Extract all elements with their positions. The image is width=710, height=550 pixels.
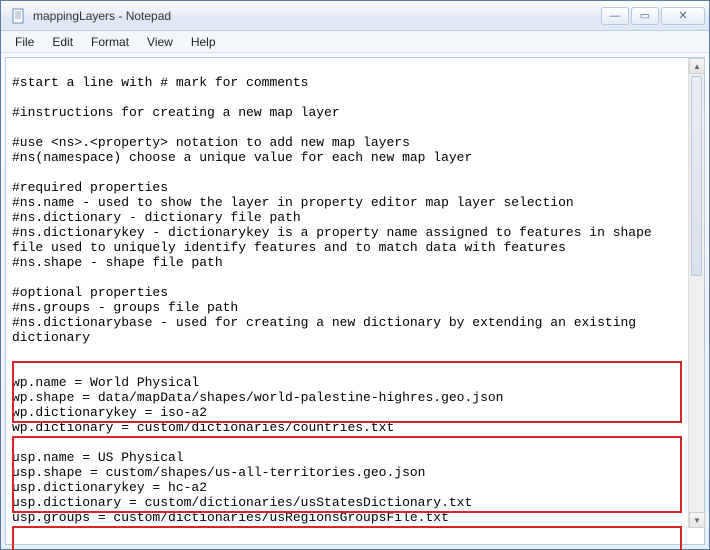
- close-button[interactable]: ✕: [661, 7, 705, 25]
- maximize-button[interactable]: ▭: [631, 7, 659, 25]
- menu-view[interactable]: View: [139, 33, 181, 51]
- vertical-scrollbar[interactable]: ▲ ▼: [688, 58, 704, 528]
- scrollbar-thumb[interactable]: [691, 76, 702, 276]
- menu-file[interactable]: File: [7, 33, 42, 51]
- scroll-up-icon[interactable]: ▲: [689, 58, 705, 74]
- menubar: File Edit Format View Help: [1, 31, 709, 53]
- window-title: mappingLayers - Notepad: [33, 9, 601, 23]
- minimize-button[interactable]: —: [601, 7, 629, 25]
- menu-format[interactable]: Format: [83, 33, 137, 51]
- client-area: #start a line with # mark for comments #…: [5, 57, 705, 545]
- menu-edit[interactable]: Edit: [44, 33, 81, 51]
- text-editor[interactable]: #start a line with # mark for comments #…: [6, 71, 704, 531]
- menu-help[interactable]: Help: [183, 33, 224, 51]
- titlebar: mappingLayers - Notepad — ▭ ✕: [1, 1, 709, 31]
- window-controls: — ▭ ✕: [601, 7, 705, 25]
- notepad-window: mappingLayers - Notepad — ▭ ✕ File Edit …: [0, 0, 710, 550]
- app-icon: [11, 8, 27, 24]
- scroll-down-icon[interactable]: ▼: [689, 512, 705, 528]
